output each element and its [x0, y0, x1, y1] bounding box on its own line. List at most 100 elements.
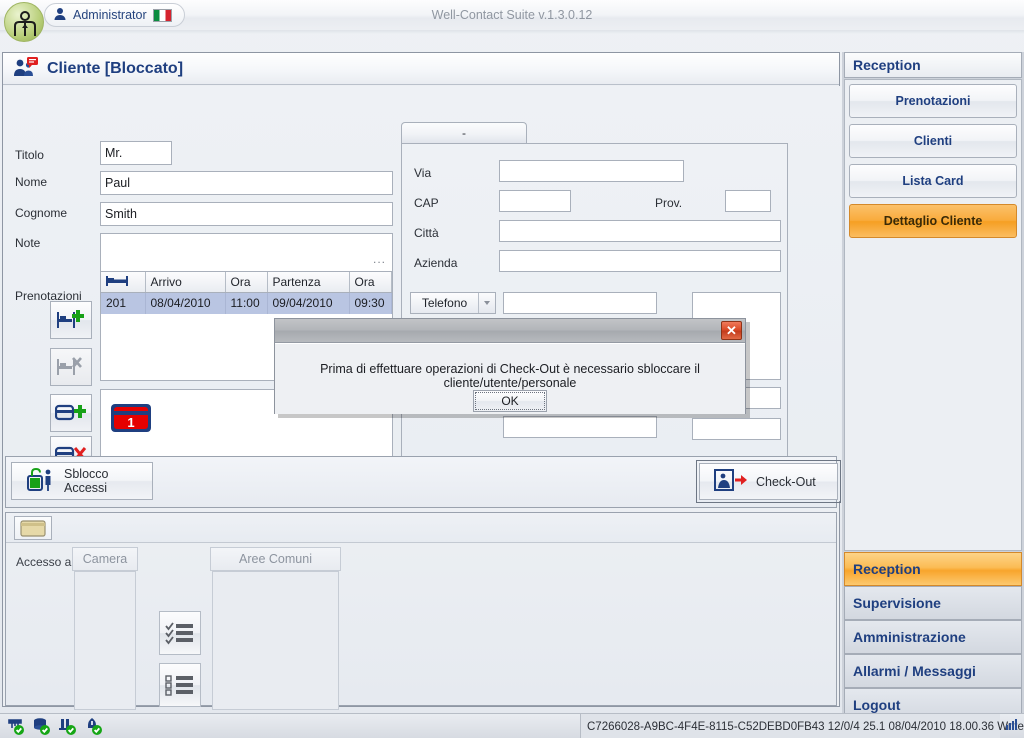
sidebar-header: Reception	[844, 52, 1022, 78]
close-icon[interactable]: ✕	[721, 321, 742, 340]
cell-ora-in: 11:00	[225, 292, 268, 314]
via-input[interactable]	[499, 160, 684, 182]
cognome-input[interactable]	[100, 202, 393, 226]
label-titolo: Titolo	[15, 148, 44, 162]
label-prov: Prov.	[655, 196, 683, 210]
label-citta: Città	[414, 226, 439, 240]
status-bar: C7266028-A9BC-4F4E-8115-C52DEBD0FB43 12/…	[0, 713, 1024, 738]
device-status-icon[interactable]	[58, 717, 76, 738]
status-signal-icon	[1004, 718, 1020, 737]
column-arrivo: Arrivo	[145, 272, 226, 293]
card-tab-button[interactable]	[14, 516, 52, 540]
select-all-button[interactable]	[159, 611, 201, 655]
app-logo	[4, 2, 44, 42]
client-blocked-icon	[13, 57, 39, 80]
bed-icon	[106, 275, 128, 289]
sidebar-item-dettaglio-cliente[interactable]: Dettaglio Cliente	[849, 204, 1017, 238]
status-icon-group	[6, 717, 102, 738]
status-serial-text: C7266028-A9BC-4F4E-8115-C52DEBD0FB43 12/…	[580, 714, 1024, 738]
card-icon[interactable]: 1	[109, 400, 153, 439]
form-area: Titolo Nome Cognome Note Prenotazioni ..…	[3, 86, 841, 501]
titolo-input[interactable]	[100, 141, 172, 165]
window-title: Cliente [Bloccato]	[47, 59, 184, 77]
italy-flag-icon	[152, 8, 172, 22]
sidebar-item-lista-card[interactable]: Lista Card	[849, 164, 1017, 198]
extra-contact-input-2[interactable]	[503, 416, 657, 438]
label-nome: Nome	[15, 175, 48, 189]
camera-list[interactable]	[74, 571, 136, 710]
column-ora-out: Ora	[349, 272, 392, 293]
label-cognome: Cognome	[15, 206, 68, 220]
column-room	[101, 272, 146, 293]
dialog-title-bar[interactable]: ✕	[275, 319, 745, 343]
citta-input[interactable]	[499, 220, 781, 242]
checkout-icon	[714, 468, 748, 495]
cap-input[interactable]	[499, 190, 571, 212]
unlock-icon	[26, 467, 56, 496]
table-row[interactable]: 201 08/04/2010 11:00 09/04/2010 09:30	[101, 292, 392, 314]
user-icon	[53, 7, 67, 24]
delete-reservation-button	[50, 348, 92, 386]
note-overflow-indicator: ...	[372, 252, 386, 266]
label-azienda: Azienda	[414, 256, 458, 270]
network-status-icon[interactable]	[6, 717, 24, 738]
telefono-input[interactable]	[503, 292, 657, 314]
column-ora-in: Ora	[225, 272, 268, 293]
telefono-type-combo[interactable]: Telefono	[410, 292, 496, 314]
table-header-row: Arrivo Ora Partenza Ora	[101, 272, 392, 293]
action-bar: Sblocco Accessi Check-Out	[5, 456, 841, 508]
cell-room: 201	[101, 292, 146, 314]
sidebar-body: Prenotazioni Clienti Lista Card Dettagli…	[844, 79, 1022, 551]
alarm-status-icon[interactable]	[84, 717, 102, 738]
top-bar: Well-Contact Suite v.1.3.0.12 Administra…	[0, 0, 1024, 34]
reservations-table-inner: Arrivo Ora Partenza Ora 201 08/04/2010 1…	[101, 272, 392, 314]
check-out-button[interactable]: Check-Out	[696, 460, 841, 503]
window-header: Cliente [Bloccato]	[3, 53, 839, 85]
user-name-label: Administrator	[73, 8, 147, 22]
extra-field-right-2[interactable]	[692, 418, 781, 440]
dialog-ok-button[interactable]: OK	[473, 390, 547, 412]
sblocco-accessi-label: Sblocco Accessi	[64, 467, 109, 495]
nav-item-reception[interactable]: Reception	[844, 552, 1022, 586]
deselect-all-button[interactable]	[159, 663, 201, 707]
check-out-label: Check-Out	[756, 474, 816, 489]
nav-item-supervisione[interactable]: Supervisione	[844, 586, 1022, 620]
cell-arrivo: 08/04/2010	[145, 292, 226, 314]
database-status-icon[interactable]	[32, 717, 50, 738]
dialog-message: Prima di effettuare operazioni di Check-…	[320, 362, 700, 390]
add-reservation-button[interactable]	[50, 301, 92, 339]
svg-text:1: 1	[127, 415, 134, 430]
application-root: Well-Contact Suite v.1.3.0.12 Administra…	[0, 0, 1024, 738]
right-sidebar: Reception Prenotazioni Clienti Lista Car…	[842, 52, 1024, 722]
column-partenza: Partenza	[267, 272, 350, 293]
label-cap: CAP	[414, 196, 439, 210]
access-panel: Accesso a Camera Aree Comuni	[5, 512, 847, 738]
nav-item-amministrazione[interactable]: Amministrazione	[844, 620, 1022, 654]
camera-list-header: Camera	[72, 547, 138, 571]
prov-input[interactable]	[725, 190, 771, 212]
cell-partenza: 09/04/2010	[267, 292, 350, 314]
address-tab[interactable]: -	[401, 122, 527, 144]
accesso-a-label: Accesso a	[16, 555, 72, 569]
top-bar-divider	[0, 30, 1024, 34]
label-via: Via	[414, 166, 432, 180]
address-panel: Via CAP Prov. Città Azienda Telefono Cel…	[401, 143, 788, 478]
dialog-body: Prima di effettuare operazioni di Check-…	[275, 343, 745, 414]
aree-comuni-list[interactable]	[212, 571, 339, 710]
access-panel-toolbar	[6, 513, 836, 543]
cell-ora-out: 09:30	[349, 292, 392, 314]
azienda-input[interactable]	[499, 250, 781, 272]
nav-item-allarmi-messaggi[interactable]: Allarmi / Messaggi	[844, 654, 1022, 688]
sidebar-item-prenotazioni[interactable]: Prenotazioni	[849, 84, 1017, 118]
telefono-combo-label: Telefono	[421, 296, 468, 310]
label-note: Note	[15, 236, 41, 250]
aree-comuni-list-header: Aree Comuni	[210, 547, 341, 571]
user-account-pill[interactable]: Administrator	[44, 3, 185, 27]
sblocco-accessi-button[interactable]: Sblocco Accessi	[11, 462, 153, 500]
sidebar-item-clienti[interactable]: Clienti	[849, 124, 1017, 158]
checkout-warning-dialog: ✕ Prima di effettuare operazioni di Chec…	[274, 318, 746, 414]
add-card-button[interactable]	[50, 394, 92, 432]
chevron-down-icon[interactable]	[478, 293, 495, 313]
dialog-ok-label: OK	[501, 394, 519, 408]
nome-input[interactable]	[100, 171, 393, 195]
